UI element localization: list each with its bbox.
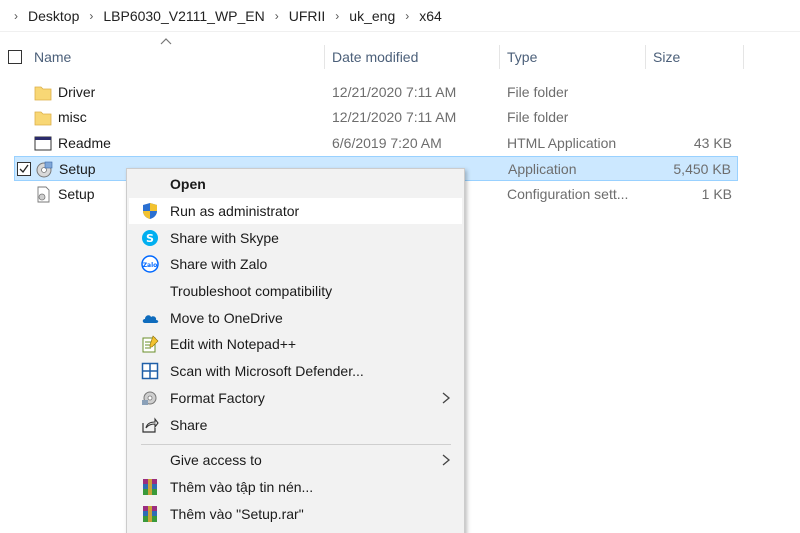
- notepad-plus-plus-icon: [142, 335, 159, 353]
- file-type: File folder: [507, 84, 569, 100]
- menu-item-label: Share: [170, 417, 208, 433]
- breadcrumb-uk-eng[interactable]: uk_eng: [347, 8, 397, 24]
- file-date: 12/21/2020 7:11 AM: [332, 84, 457, 100]
- breadcrumb-ufrii[interactable]: UFRII: [287, 8, 328, 24]
- menu-item-run-as-administrator[interactable]: Run as administrator: [129, 198, 462, 224]
- file-name: Setup: [58, 186, 95, 202]
- zalo-icon: Zalo: [141, 255, 159, 273]
- file-size: 43 KB: [693, 135, 732, 151]
- menu-item-add-to-setup-rar[interactable]: Thêm vào "Setup.rar": [129, 501, 462, 527]
- menu-item-label: Scan with Microsoft Defender...: [170, 363, 364, 379]
- chevron-right-icon: [442, 392, 451, 404]
- winrar-icon: [143, 506, 157, 522]
- breadcrumb-x64[interactable]: x64: [417, 8, 444, 24]
- menu-item-label: Open: [170, 176, 206, 192]
- menu-item-label: Share with Zalo: [170, 256, 268, 272]
- chevron-right-icon: [442, 454, 451, 466]
- menu-item-label: Give access to: [170, 452, 262, 468]
- chevron-right-icon[interactable]: ›: [327, 9, 347, 23]
- menu-item-label: Troubleshoot compatibility: [170, 283, 333, 299]
- file-name: Driver: [58, 84, 96, 100]
- menu-item-open[interactable]: Open: [129, 171, 462, 197]
- file-type: HTML Application: [507, 135, 617, 151]
- menu-item-label: Edit with Notepad++: [170, 336, 297, 352]
- column-date-header[interactable]: Date modified: [324, 42, 498, 72]
- html-application-icon: [34, 136, 52, 151]
- file-date: 6/6/2019 7:20 AM: [332, 135, 442, 151]
- file-type: File folder: [507, 109, 569, 125]
- onedrive-icon: [142, 315, 159, 323]
- skype-icon: S: [142, 230, 158, 246]
- menu-item-format-factory[interactable]: Format Factory: [129, 385, 462, 411]
- column-size-header[interactable]: Size: [645, 42, 743, 72]
- file-type: Application: [508, 161, 577, 177]
- file-date: 12/21/2020 7:11 AM: [332, 109, 457, 125]
- file-type: Configuration sett...: [507, 186, 629, 202]
- menu-item-move-to-onedrive[interactable]: Move to OneDrive: [129, 305, 462, 331]
- menu-item-give-access-to[interactable]: Give access to: [129, 447, 462, 473]
- menu-item-scan-with-microsoft-defender[interactable]: Scan with Microsoft Defender...: [129, 358, 462, 384]
- address-breadcrumb: › Desktop › LBP6030_V2111_WP_EN › UFRII …: [0, 0, 800, 32]
- format-factory-icon: [142, 391, 157, 405]
- file-name: misc: [58, 109, 87, 125]
- menu-separator: [141, 444, 451, 445]
- menu-item-share-with-skype[interactable]: S Share with Skype: [129, 225, 462, 251]
- winrar-icon: [143, 479, 157, 495]
- svg-text:S: S: [146, 232, 154, 245]
- column-name-header[interactable]: Name: [26, 42, 322, 72]
- folder-icon: [34, 86, 52, 101]
- column-type-header[interactable]: Type: [499, 42, 645, 72]
- row-checkbox[interactable]: [17, 162, 31, 176]
- menu-item-label: Run as administrator: [170, 203, 300, 219]
- menu-item-label: Format Factory: [170, 390, 265, 406]
- share-icon: [142, 417, 159, 433]
- folder-icon: [34, 111, 52, 126]
- menu-item-label: Thêm vào tập tin nén...: [170, 479, 314, 495]
- config-file-icon: [37, 186, 50, 203]
- file-row-misc[interactable]: misc 12/21/2020 7:11 AM File folder: [14, 105, 738, 130]
- defender-icon: [141, 362, 159, 380]
- menu-item-troubleshoot-compatibility[interactable]: Troubleshoot compatibility: [129, 278, 462, 304]
- menu-item-label: Thêm vào "Setup.rar": [170, 506, 304, 522]
- file-size: 1 KB: [701, 186, 732, 202]
- menu-item-edit-with-notepad-plus-plus[interactable]: Edit with Notepad++: [129, 331, 462, 357]
- file-row-readme[interactable]: Readme 6/6/2019 7:20 AM HTML Application…: [14, 131, 738, 156]
- svg-text:Zalo: Zalo: [143, 262, 158, 269]
- uac-shield-icon: [143, 203, 157, 219]
- chevron-right-icon[interactable]: ›: [81, 9, 101, 23]
- menu-item-label: Move to OneDrive: [170, 310, 283, 326]
- breadcrumb-desktop[interactable]: Desktop: [26, 8, 81, 24]
- file-name: Readme: [58, 135, 111, 151]
- setup-application-icon: [36, 161, 53, 178]
- context-menu: Open Run as administrator S Share with S…: [126, 168, 465, 533]
- chevron-right-icon[interactable]: ›: [267, 9, 287, 23]
- chevron-right-icon[interactable]: ›: [397, 9, 417, 23]
- chevron-right-icon[interactable]: ›: [6, 9, 26, 23]
- breadcrumb-lbp6030[interactable]: LBP6030_V2111_WP_EN: [101, 8, 266, 24]
- menu-item-label: Share with Skype: [170, 230, 279, 246]
- file-size: 5,450 KB: [673, 161, 731, 177]
- menu-item-partial[interactable]: [129, 528, 462, 533]
- menu-item-share-with-zalo[interactable]: Zalo Share with Zalo: [129, 251, 462, 277]
- menu-item-add-to-archive[interactable]: Thêm vào tập tin nén...: [129, 474, 462, 500]
- menu-item-share[interactable]: Share: [129, 412, 462, 438]
- column-header: Name Date modified Type Size: [0, 42, 745, 72]
- file-row-driver[interactable]: Driver 12/21/2020 7:11 AM File folder: [14, 80, 738, 105]
- column-divider[interactable]: [743, 45, 744, 69]
- file-name: Setup: [59, 161, 96, 177]
